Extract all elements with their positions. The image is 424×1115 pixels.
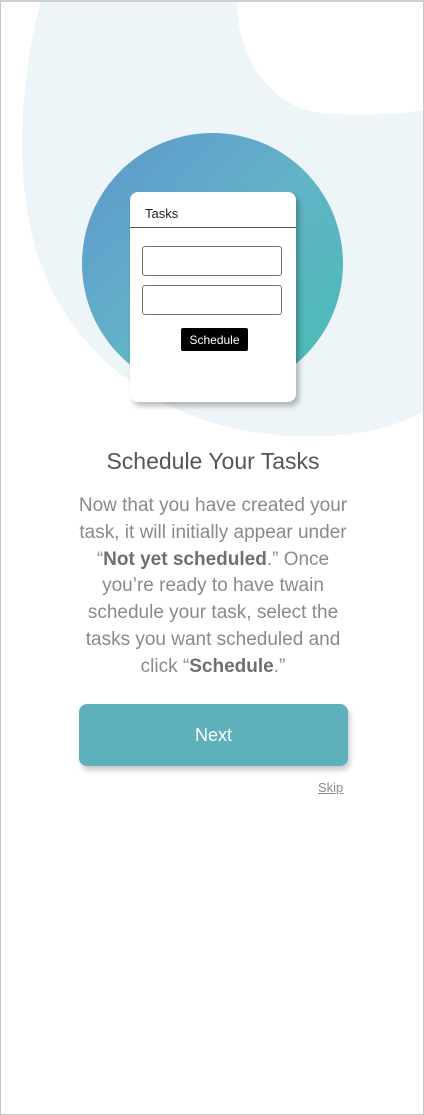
page-title: Schedule Your Tasks (106, 448, 320, 474)
tasks-card-input-2 (142, 285, 282, 315)
tasks-card-title: Tasks (145, 206, 179, 221)
tasks-card-illustration: Tasks Schedule (130, 192, 296, 402)
skip-link[interactable]: Skip (318, 780, 343, 795)
tasks-card-divider (130, 227, 296, 228)
tasks-card-schedule-button: Schedule (181, 328, 248, 351)
description-emphasis-schedule: Schedule (189, 655, 274, 677)
tasks-card-input-1 (142, 246, 282, 276)
description-text: Now that you have created your task, it … (71, 493, 355, 681)
next-button[interactable]: Next (79, 704, 348, 766)
onboarding-screen: Tasks Schedule Schedule Your Tasks Now t… (0, 0, 424, 1115)
description-part-3: .” (273, 655, 286, 677)
description-emphasis-not-yet-scheduled: Not yet scheduled (103, 548, 267, 570)
